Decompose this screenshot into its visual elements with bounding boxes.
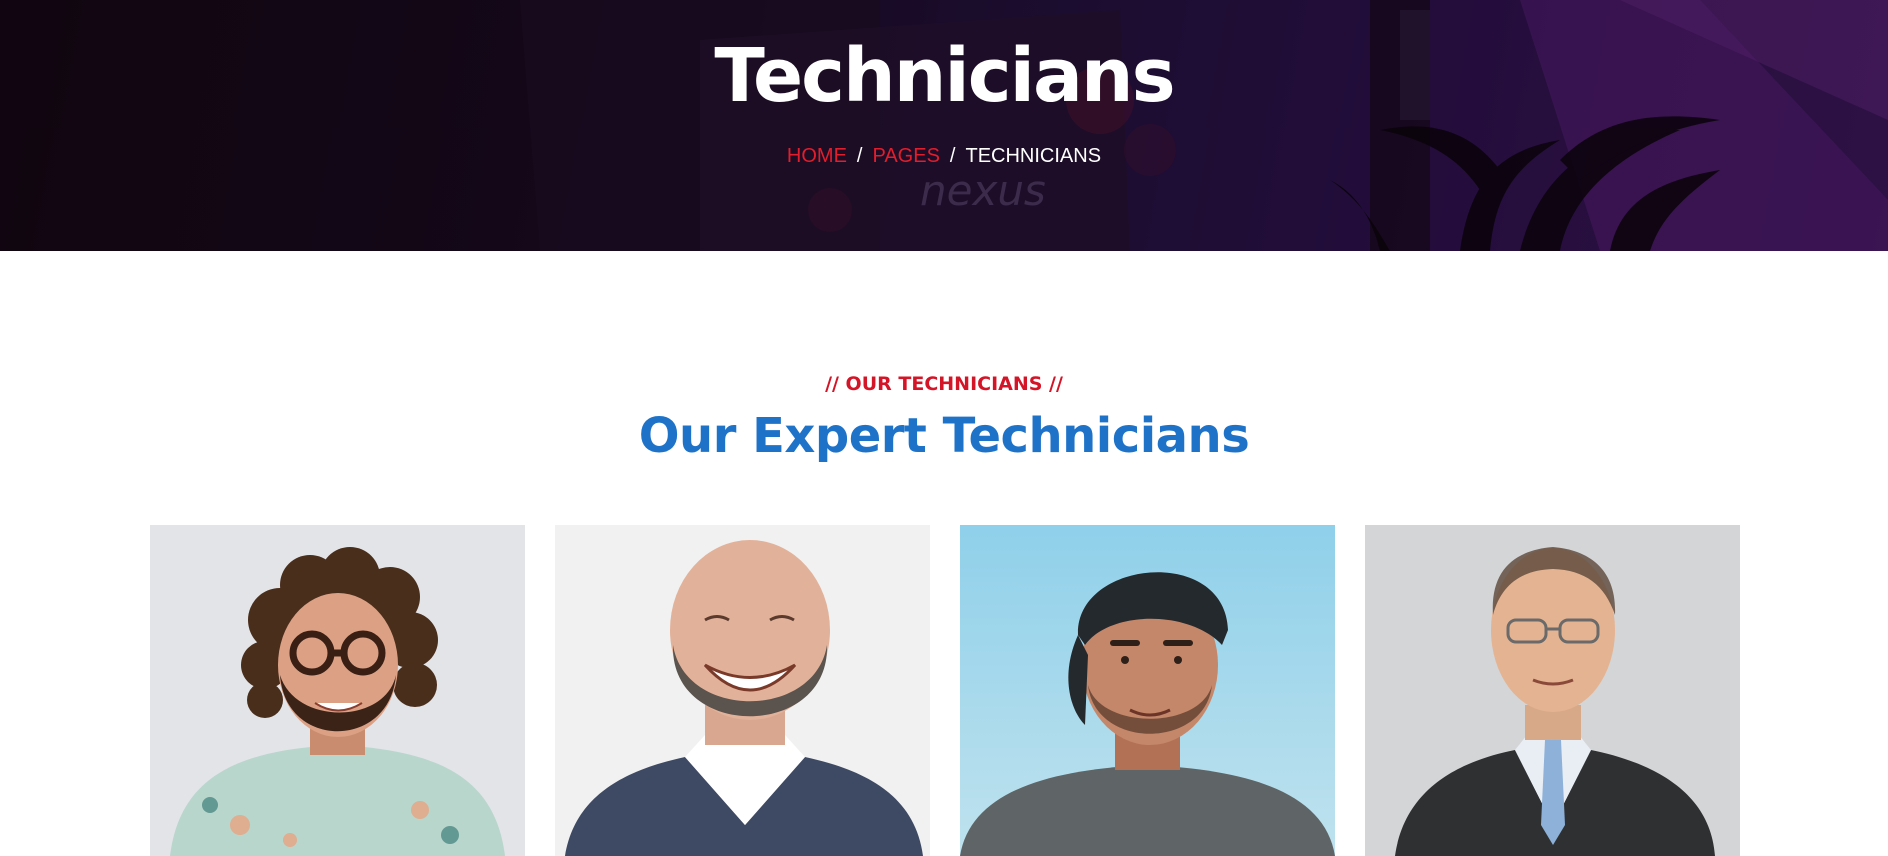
page-hero: nexus Technicians HOME / PAGES / TECHNICIANS xyxy=(0,0,1888,251)
technician-photo-cap-backwards xyxy=(960,525,1335,856)
technician-photo-bald-beard-laughing xyxy=(555,525,930,856)
breadcrumb: HOME / PAGES / TECHNICIANS xyxy=(0,143,1888,169)
page-title: Technicians xyxy=(714,33,1175,119)
breadcrumb-current: TECHNICIANS xyxy=(965,145,1102,167)
technician-photo-curly-hair-glasses xyxy=(150,525,525,856)
section-title: Our Expert Technicians xyxy=(638,408,1250,464)
technician-photo-suit-glasses xyxy=(1365,525,1740,856)
technician-card[interactable] xyxy=(960,525,1335,856)
breadcrumb-pages-link[interactable]: PAGES xyxy=(872,145,939,167)
section-kicker: // OUR TECHNICIANS // xyxy=(825,373,1063,395)
breadcrumb-separator: / xyxy=(856,145,863,167)
technician-card[interactable] xyxy=(150,525,525,856)
technician-card[interactable] xyxy=(1365,525,1740,856)
technician-card[interactable] xyxy=(555,525,930,856)
breadcrumb-separator: / xyxy=(949,145,956,167)
breadcrumb-home-link[interactable]: HOME xyxy=(787,145,847,167)
